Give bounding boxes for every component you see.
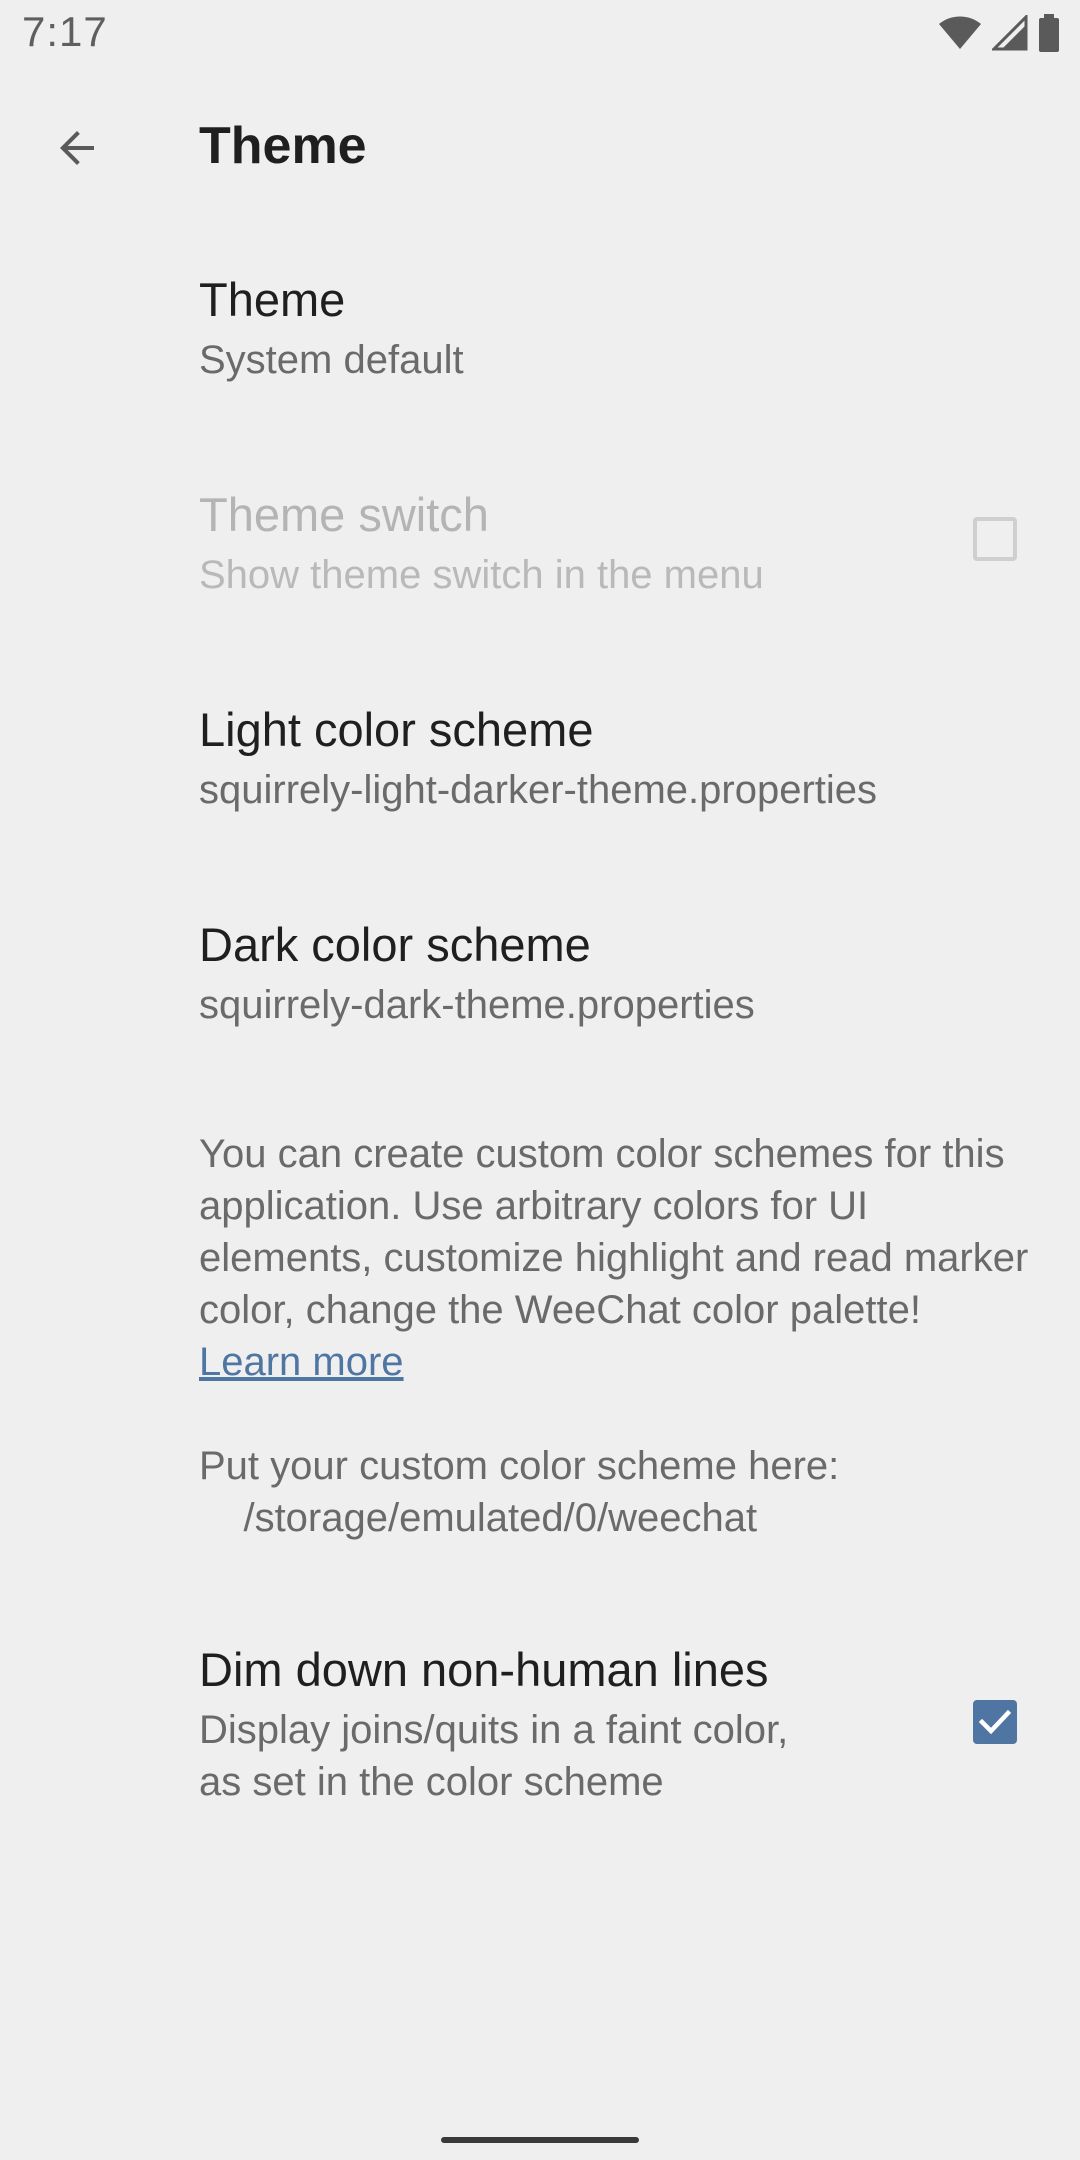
path-value: /storage/emulated/0/weechat — [199, 1496, 758, 1540]
cell-signal-icon — [992, 15, 1028, 51]
path-label: Put your custom color scheme here: — [199, 1444, 840, 1488]
settings-screen: 7:17 Theme Theme System default Theme sw… — [0, 0, 1080, 2160]
pref-dark-color-scheme[interactable]: Dark color scheme squirrely-dark-theme.p… — [0, 895, 1080, 1065]
pref-title: Dark color scheme — [199, 918, 591, 971]
status-time: 7:17 — [22, 8, 108, 55]
pref-title: Theme — [199, 273, 346, 326]
back-button[interactable] — [30, 102, 126, 198]
pref-title: Dim down non-human lines — [199, 1643, 769, 1696]
pref-theme-switch: Theme switch Show theme switch in the me… — [0, 465, 1080, 635]
status-icons — [938, 14, 1060, 52]
wifi-icon — [938, 16, 982, 50]
color-scheme-info: You can create custom color schemes for … — [199, 1128, 1029, 1388]
theme-switch-checkbox — [973, 517, 1017, 561]
pref-theme[interactable]: Theme System default — [0, 250, 1080, 420]
pref-light-color-scheme[interactable]: Light color scheme squirrely-light-darke… — [0, 680, 1080, 850]
check-icon — [978, 1709, 1012, 1735]
arrow-back-icon — [54, 124, 102, 177]
info-text: You can create custom color schemes for … — [199, 1132, 1029, 1332]
toolbar: Theme — [0, 80, 1080, 210]
pref-summary: System default — [199, 338, 464, 382]
pref-summary: Show theme switch in the menu — [199, 553, 764, 597]
learn-more-link[interactable]: Learn more — [199, 1340, 404, 1384]
status-bar: 7:17 — [0, 0, 1080, 66]
pref-summary: squirrely-light-darker-theme.properties — [199, 768, 878, 812]
battery-icon — [1038, 14, 1060, 52]
pref-title: Theme switch — [199, 488, 489, 541]
pref-title: Light color scheme — [199, 703, 594, 756]
gesture-nav-handle[interactable] — [441, 2137, 639, 2143]
page-title: Theme — [199, 117, 367, 175]
pref-dim-down[interactable]: Dim down non-human lines Display joins/q… — [0, 1620, 1080, 1830]
dim-down-checkbox[interactable] — [973, 1700, 1017, 1744]
pref-summary-line-1: Display joins/quits in a faint color, — [199, 1708, 789, 1752]
pref-summary-line-2: as set in the color scheme — [199, 1760, 664, 1804]
pref-summary: squirrely-dark-theme.properties — [199, 983, 755, 1027]
